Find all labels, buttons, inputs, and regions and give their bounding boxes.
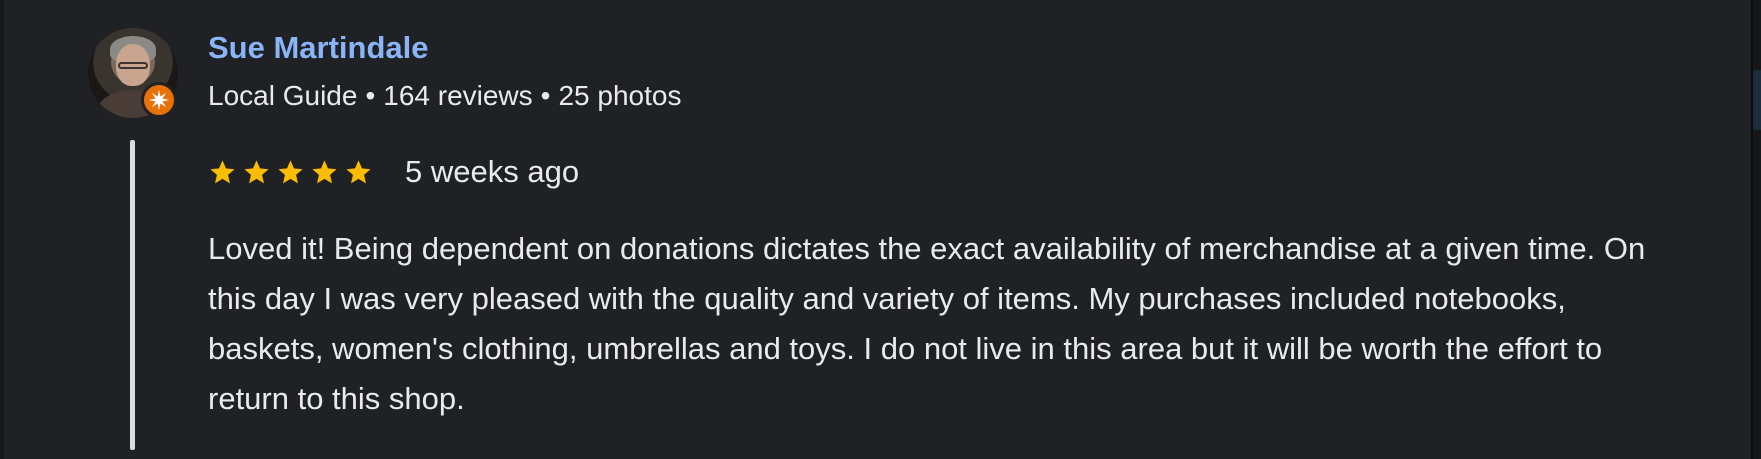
reviewer-meta[interactable]: Local Guide • 164 reviews • 25 photos	[208, 80, 681, 112]
photos-count: 25 photos	[558, 80, 682, 111]
reviews-count: 164 reviews	[383, 80, 533, 111]
star-rating	[208, 158, 373, 187]
right-edge-strip	[1751, 0, 1761, 459]
avatar-glasses	[118, 62, 148, 69]
star-icon	[208, 158, 237, 187]
review-panel: Sue Martindale Local Guide • 164 reviews • 2…	[0, 0, 1761, 459]
meta-separator: •	[540, 80, 551, 111]
burst-star-icon	[148, 89, 170, 111]
local-guide-label: Local Guide	[208, 80, 358, 111]
local-guide-badge-icon	[141, 82, 177, 118]
star-icon	[310, 158, 339, 187]
star-icon	[242, 158, 271, 187]
reviewer-name-link[interactable]: Sue Martindale	[208, 30, 429, 66]
review-card: Sue Martindale Local Guide • 164 reviews • 2…	[0, 0, 1740, 459]
meta-separator: •	[365, 80, 376, 111]
thread-line	[130, 140, 135, 450]
edge-sliver	[1753, 0, 1761, 459]
star-icon	[276, 158, 305, 187]
edge-sliver-accent	[1753, 70, 1761, 130]
review-date: 5 weeks ago	[405, 154, 580, 189]
star-icon	[344, 158, 373, 187]
review-text: Loved it! Being dependent on donations d…	[208, 231, 1646, 416]
rating-row: 5 weeks ago	[208, 152, 579, 192]
